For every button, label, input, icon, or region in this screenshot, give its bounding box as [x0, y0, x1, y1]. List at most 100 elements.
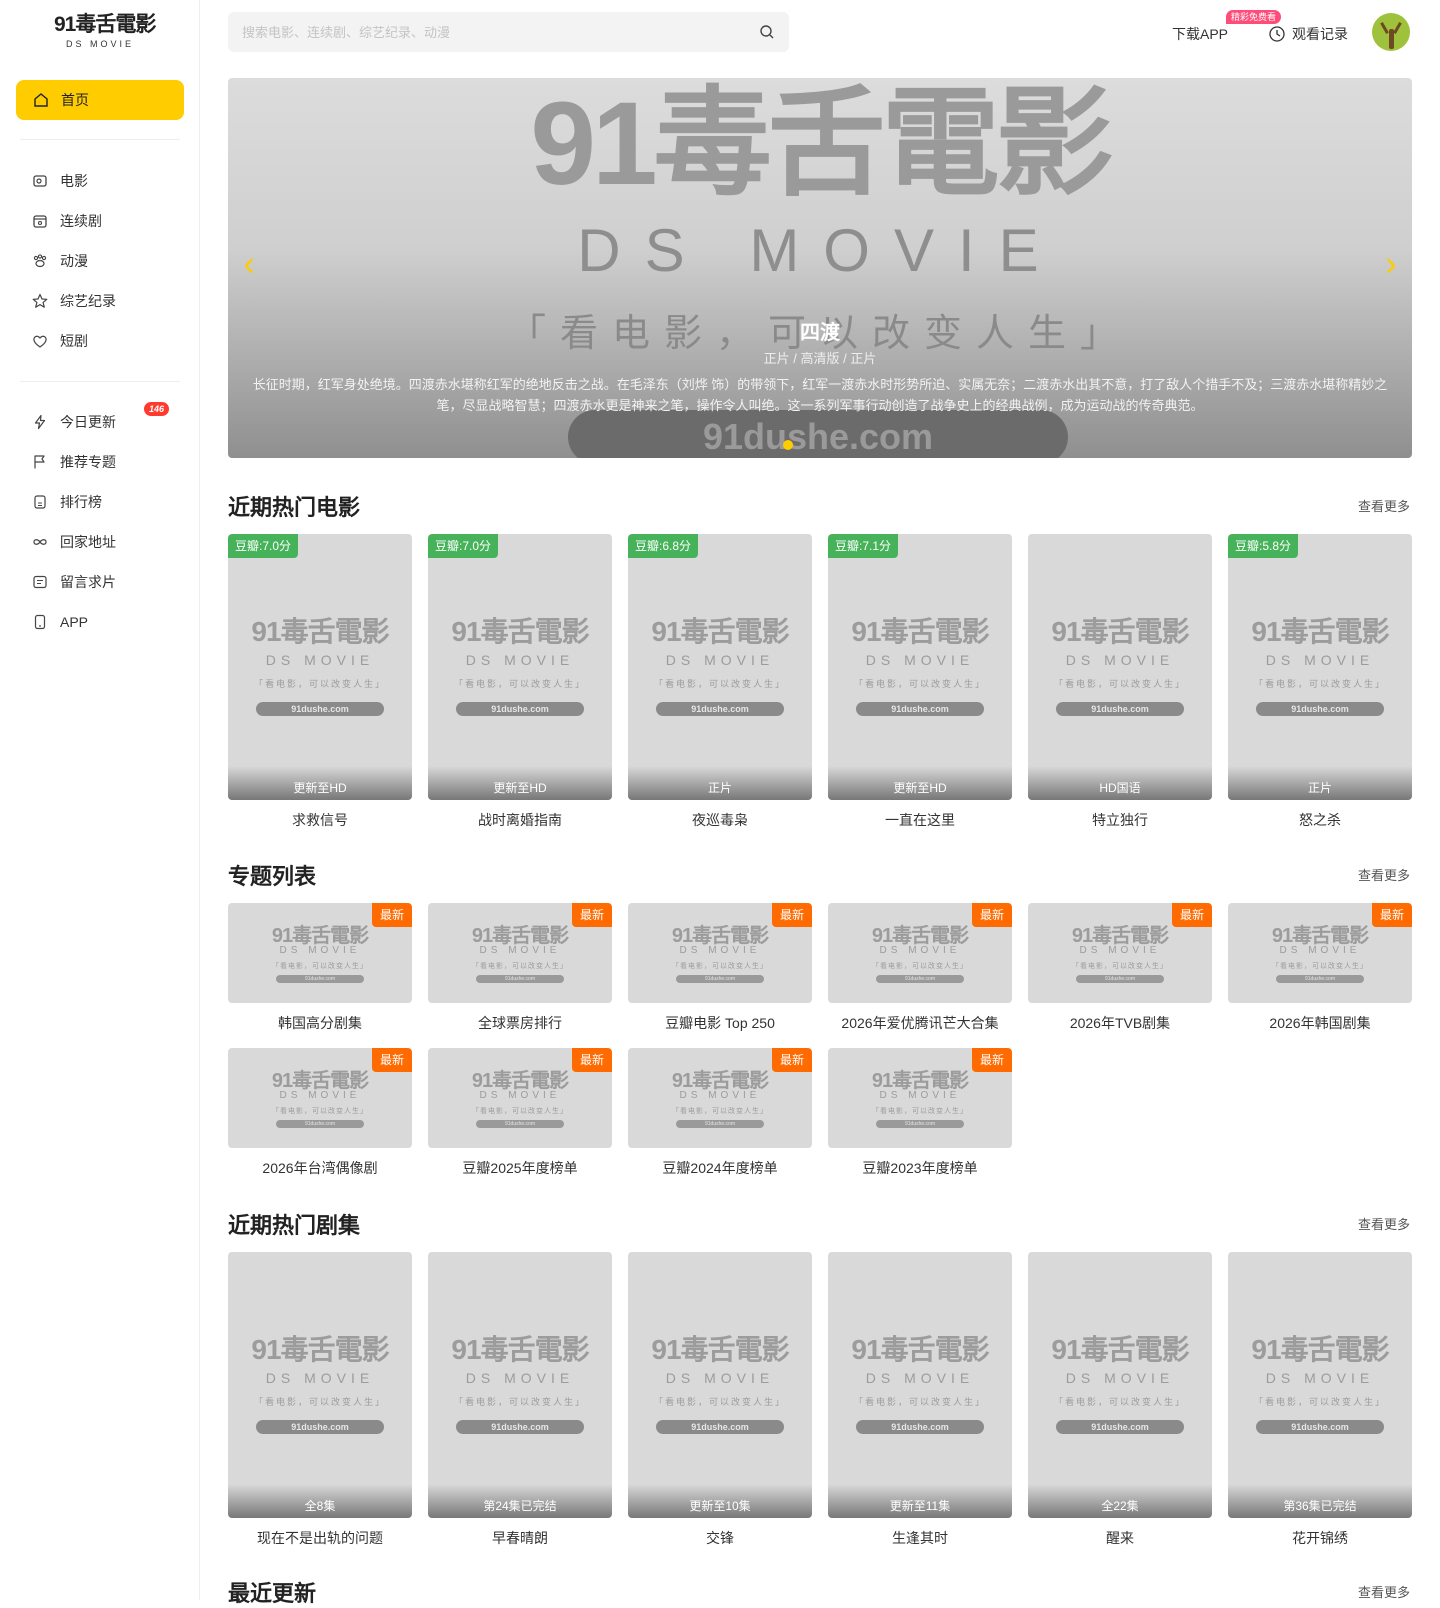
sidebar-item-series[interactable]: 连续剧	[32, 209, 102, 233]
poster-watermark-sub: DS MOVIE	[879, 1090, 961, 1101]
poster-watermark-brand: 91毒舌電影	[1051, 1334, 1189, 1365]
more-link-topics[interactable]: 查看更多	[1358, 865, 1410, 884]
poster-watermark-slogan: 「看电影，可以改变人生」	[872, 962, 968, 970]
topic-title: 2026年台湾偶像剧	[262, 1160, 378, 1176]
topic-card[interactable]: 91毒舌電影 DS MOVIE 「看电影，可以改变人生」 91dushe.com 最新豆…	[628, 1048, 812, 1178]
search-icon[interactable]	[759, 24, 775, 40]
poster-watermark-slogan: 「看电影，可以改变人生」	[872, 1107, 968, 1115]
poster-watermark-slogan: 「看电影，可以改变人生」	[1272, 962, 1368, 970]
new-tag: 最新	[571, 903, 612, 927]
update-status: 正片	[707, 781, 732, 795]
banner-watermark-url: 91dushe.com	[568, 410, 1068, 458]
banner-prev-arrow[interactable]: ‹	[234, 244, 264, 284]
topic-cover: 91毒舌電影 DS MOVIE 「看电影，可以改变人生」 91dushe.com 最新	[428, 903, 612, 1003]
sidebar-item-address[interactable]: 回家地址	[32, 530, 116, 554]
watch-history-link[interactable]: 观看记录	[1268, 24, 1348, 44]
media-card[interactable]: 91毒舌電影 DS MOVIE 「看电影，可以改变人生」 91dushe.com 更新至…	[828, 534, 1012, 830]
poster: 91毒舌電影 DS MOVIE 「看电影，可以改变人生」 91dushe.com 第24…	[428, 1252, 612, 1518]
topic-card[interactable]: 91毒舌電影 DS MOVIE 「看电影，可以改变人生」 91dushe.com 最新豆…	[828, 1048, 1012, 1178]
media-card[interactable]: 91毒舌電影 DS MOVIE 「看电影，可以改变人生」 91dushe.com 更新至…	[828, 1252, 1012, 1548]
topic-card[interactable]: 91毒舌電影 DS MOVIE 「看电影，可以改变人生」 91dushe.com 最新豆…	[628, 903, 812, 1033]
poster-watermark-slogan: 「看电影，可以改变人生」	[1072, 962, 1168, 970]
poster-watermark-url: 91dushe.com	[1076, 975, 1164, 983]
paw-icon	[33, 254, 47, 268]
media-card[interactable]: 91毒舌電影 DS MOVIE 「看电影，可以改变人生」 91dushe.com 全8集…	[228, 1252, 412, 1548]
new-tag: 最新	[771, 903, 812, 927]
avatar-tree-branch	[1393, 22, 1402, 34]
media-card[interactable]: 91毒舌電影 DS MOVIE 「看电影，可以改变人生」 91dushe.com 更新至…	[428, 534, 612, 830]
sidebar-item-today[interactable]: 今日更新	[32, 410, 116, 434]
media-card[interactable]: 91毒舌電影 DS MOVIE 「看电影，可以改变人生」 91dushe.com 第24…	[428, 1252, 612, 1548]
poster: 91毒舌電影 DS MOVIE 「看电影，可以改变人生」 91dushe.com 更新至…	[828, 1252, 1012, 1518]
update-status: 更新至11集	[889, 1499, 951, 1513]
topic-card[interactable]: 91毒舌電影 DS MOVIE 「看电影，可以改变人生」 91dushe.com 最新 2…	[1028, 903, 1212, 1033]
sidebar-item-anime[interactable]: 动漫	[32, 249, 88, 273]
site-logo[interactable]: 91毒舌電影 DS MOVIE	[54, 12, 156, 52]
sidebar-item-short[interactable]: 短剧	[32, 329, 88, 353]
topic-title: 韩国高分剧集	[278, 1015, 362, 1031]
poster-watermark-url: 91dushe.com	[476, 975, 564, 983]
poster: 91毒舌電影 DS MOVIE 「看电影，可以改变人生」 91dushe.com 正片 豆…	[628, 534, 812, 800]
poster-watermark-sub: DS MOVIE	[465, 1370, 575, 1386]
media-card[interactable]: 91毒舌電影 DS MOVIE 「看电影，可以改变人生」 91dushe.com 更新至…	[228, 534, 412, 830]
sidebar-item-ranking[interactable]: 排行榜	[32, 490, 102, 514]
update-status: 第24集已完结	[483, 1499, 557, 1513]
topic-card[interactable]: 91毒舌電影 DS MOVIE 「看电影，可以改变人生」 91dushe.com 最新 2…	[828, 903, 1012, 1033]
media-card[interactable]: 91毒舌電影 DS MOVIE 「看电影，可以改变人生」 91dushe.com 正片 豆…	[628, 534, 812, 830]
sidebar-item-label: 动漫	[60, 253, 88, 269]
media-card[interactable]: 91毒舌電影 DS MOVIE 「看电影，可以改变人生」 91dushe.com 第36…	[1228, 1252, 1412, 1548]
poster-watermark-url: 91dushe.com	[676, 975, 764, 983]
topic-card[interactable]: 91毒舌電影 DS MOVIE 「看电影，可以改变人生」 91dushe.com 最新韩…	[228, 903, 412, 1033]
more-link-hot-series[interactable]: 查看更多	[1358, 1214, 1410, 1233]
douban-score-badge: 豆瓣:7.0分	[228, 534, 299, 558]
poster-watermark-url: 91dushe.com	[456, 702, 584, 716]
topic-cover: 91毒舌電影 DS MOVIE 「看电影，可以改变人生」 91dushe.com 最新	[228, 1048, 412, 1148]
topic-card[interactable]: 91毒舌電影 DS MOVIE 「看电影，可以改变人生」 91dushe.com 最新豆…	[428, 1048, 612, 1178]
poster-watermark-slogan: 「看电影，可以改变人生」	[853, 680, 986, 690]
sidebar-item-label: 短剧	[60, 333, 88, 349]
sidebar-item-home[interactable]: 首页	[16, 80, 184, 120]
download-app-link[interactable]: 下载APP 精彩免费看	[1172, 10, 1281, 44]
message-icon	[33, 575, 47, 589]
new-tag: 最新	[571, 1048, 612, 1072]
topic-cover: 91毒舌電影 DS MOVIE 「看电影，可以改变人生」 91dushe.com 最新	[428, 1048, 612, 1148]
media-card[interactable]: 91毒舌電影 DS MOVIE 「看电影，可以改变人生」 91dushe.com HD国…	[1028, 534, 1212, 830]
poster-watermark-url: 91dushe.com	[276, 975, 364, 983]
heart-icon	[33, 335, 47, 348]
sidebar-item-label: 排行榜	[60, 494, 102, 510]
poster-watermark-url: 91dushe.com	[256, 702, 384, 716]
today-count-badge: 146	[144, 402, 170, 416]
sidebar-item-variety[interactable]: 综艺纪录	[32, 289, 116, 313]
poster-watermark-sub: DS MOVIE	[1079, 945, 1161, 956]
phone-icon	[34, 614, 46, 630]
poster: 91毒舌電影 DS MOVIE 「看电影，可以改变人生」 91dushe.com 更新至…	[228, 534, 412, 800]
avatar[interactable]	[1372, 13, 1410, 51]
hero-banner[interactable]: 91毒舌電影 DS MOVIE 「看电影，可以改变人生」 91dushe.com…	[228, 78, 1412, 458]
media-card[interactable]: 91毒舌電影 DS MOVIE 「看电影，可以改变人生」 91dushe.com 更新至…	[628, 1252, 812, 1548]
topic-card[interactable]: 91毒舌電影 DS MOVIE 「看电影，可以改变人生」 91dushe.com 最新 2…	[228, 1048, 412, 1178]
section-title-hot-movies: 近期热门电影	[228, 495, 361, 520]
poster-watermark-slogan: 「看电影，可以改变人生」	[1053, 1398, 1186, 1408]
media-title: 战时离婚指南	[478, 812, 562, 828]
douban-score-badge: 豆瓣:7.0分	[428, 534, 499, 558]
avatar-tree-branch	[1380, 22, 1389, 34]
more-link-recent[interactable]: 查看更多	[1358, 1582, 1410, 1601]
more-link-hot-movies[interactable]: 查看更多	[1358, 496, 1410, 515]
topic-card[interactable]: 91毒舌電影 DS MOVIE 「看电影，可以改变人生」 91dushe.com 最新 2…	[1228, 903, 1412, 1033]
banner-next-arrow[interactable]: ›	[1376, 244, 1406, 284]
poster: 91毒舌電影 DS MOVIE 「看电影，可以改变人生」 91dushe.com 第36…	[1228, 1252, 1412, 1518]
update-status: 更新至HD	[293, 781, 347, 795]
media-card[interactable]: 91毒舌電影 DS MOVIE 「看电影，可以改变人生」 91dushe.com 全22…	[1028, 1252, 1212, 1548]
sidebar-item-request[interactable]: 留言求片	[32, 570, 116, 594]
search-input[interactable]	[242, 24, 759, 40]
topic-cover: 91毒舌電影 DS MOVIE 「看电影，可以改变人生」 91dushe.com 最新	[828, 1048, 1012, 1148]
topic-card[interactable]: 91毒舌電影 DS MOVIE 「看电影，可以改变人生」 91dushe.com 最新全…	[428, 903, 612, 1033]
banner-dot-active[interactable]	[783, 440, 793, 450]
media-card[interactable]: 91毒舌電影 DS MOVIE 「看电影，可以改变人生」 91dushe.com 正片 豆…	[1228, 534, 1412, 830]
sidebar-item-topics[interactable]: 推荐专题	[32, 450, 116, 474]
media-title: 交锋	[706, 1530, 734, 1546]
sidebar-item-movie[interactable]: 电影	[32, 169, 88, 193]
poster-watermark-slogan: 「看电影，可以改变人生」	[253, 1398, 386, 1408]
topic-cover: 91毒舌電影 DS MOVIE 「看电影，可以改变人生」 91dushe.com 最新	[628, 1048, 812, 1148]
sidebar-item-app[interactable]: APP	[32, 610, 88, 634]
